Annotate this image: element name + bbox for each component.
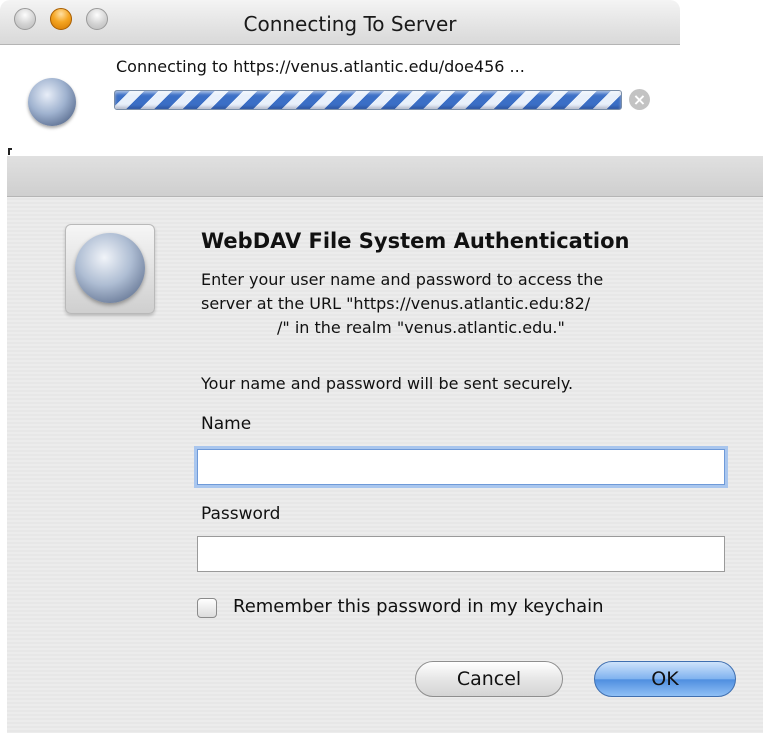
stop-icon[interactable]: × — [629, 89, 650, 110]
connecting-titlebar[interactable]: Connecting To Server — [0, 0, 680, 45]
auth-dialog-title: WebDAV File System Authentication — [201, 229, 630, 253]
connection-progress-bar — [114, 90, 622, 110]
connecting-message: Connecting to https://venus.atlantic.edu… — [116, 57, 525, 76]
ok-button[interactable]: OK — [594, 661, 736, 697]
name-input[interactable] — [197, 449, 725, 485]
password-input[interactable] — [197, 536, 725, 572]
connecting-window: Connecting To Server Connecting to https… — [0, 0, 680, 128]
auth-dialog-titlebar[interactable] — [7, 156, 763, 197]
network-globe-icon — [28, 78, 76, 126]
name-label: Name — [201, 414, 252, 434]
sheet-corner-mark — [8, 148, 12, 155]
auth-message-line: /" in the realm "venus.atlantic.edu." — [277, 318, 565, 337]
network-globe-icon — [65, 224, 155, 314]
auth-dialog-message: Enter your user name and password to acc… — [201, 268, 741, 340]
password-label: Password — [201, 504, 281, 524]
connecting-window-title: Connecting To Server — [243, 12, 457, 36]
auth-dialog: WebDAV File System Authentication Enter … — [7, 156, 763, 733]
globe-icon — [75, 233, 145, 303]
remember-password-label[interactable]: Remember this password in my keychain — [233, 596, 604, 617]
auth-message-line: Enter your user name and password to acc… — [201, 270, 604, 289]
auth-message-line: server at the URL "https://venus.atlanti… — [201, 294, 591, 313]
secure-note: Your name and password will be sent secu… — [201, 374, 574, 393]
cancel-button[interactable]: Cancel — [415, 661, 563, 697]
remember-password-checkbox[interactable] — [197, 598, 217, 618]
